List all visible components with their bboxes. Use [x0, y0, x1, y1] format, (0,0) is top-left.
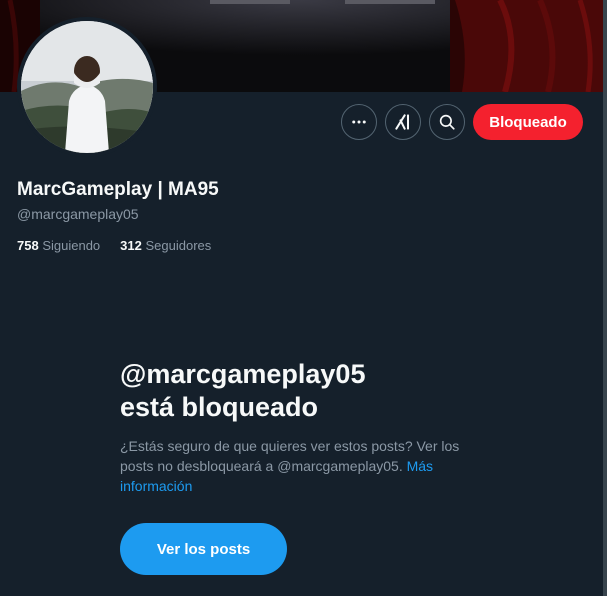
column-divider	[603, 0, 607, 596]
profile-page: Bloqueado MarcGameplay | MA95 @marcgamep…	[0, 0, 607, 596]
following-link[interactable]: 758 Siguiendo	[17, 238, 100, 253]
more-horizontal-icon	[352, 120, 366, 124]
search-icon	[439, 114, 455, 130]
followers-label: Seguidores	[145, 238, 212, 253]
username-handle: @marcgameplay05	[17, 206, 139, 222]
following-count: 758	[17, 238, 39, 253]
view-posts-button[interactable]: Ver los posts	[120, 523, 287, 575]
blocked-notice-description: ¿Estás seguro de que quieres ver estos p…	[120, 436, 480, 496]
grok-icon	[395, 114, 409, 130]
profile-stats: 758 Siguiendo 312 Seguidores	[17, 236, 211, 256]
more-options-button[interactable]	[341, 104, 377, 140]
followers-count: 312	[120, 238, 142, 253]
grok-button[interactable]	[385, 104, 421, 140]
blocked-button[interactable]: Bloqueado	[473, 104, 583, 140]
avatar[interactable]	[17, 17, 157, 157]
blocked-title-status: está bloqueado	[120, 392, 319, 422]
search-button[interactable]	[429, 104, 465, 140]
display-name: MarcGameplay | MA95	[17, 179, 219, 200]
blocked-notice-title: @marcgameplay05 está bloqueado	[120, 358, 540, 424]
following-label: Siguiendo	[42, 238, 101, 253]
followers-link[interactable]: 312 Seguidores	[120, 238, 211, 253]
avatar-photo	[21, 21, 153, 153]
blocked-title-handle: @marcgameplay05	[120, 359, 366, 389]
